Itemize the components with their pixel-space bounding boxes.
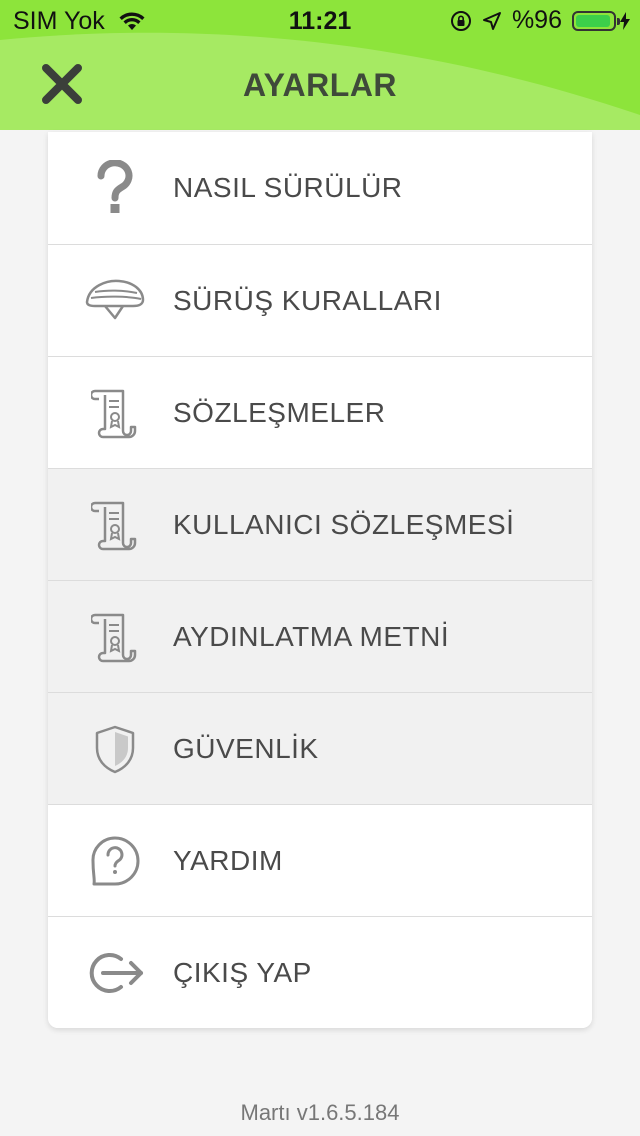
page-title: AYARLAR [242,67,398,103]
menu-item-disclosure-text[interactable]: AYDINLATMA METNİ [48,580,592,692]
battery-percent: %96 [511,6,562,34]
help-bubble-icon [80,833,150,889]
menu-item-how-to-ride[interactable]: NASIL SÜRÜLÜR [48,132,592,244]
menu-item-label: KULLANICI SÖZLEŞMESİ [173,509,515,540]
location-arrow-icon [482,11,501,30]
menu-item-label: GÜVENLİK [173,733,319,764]
menu-item-logout[interactable]: ÇIKIŞ YAP [48,916,592,1028]
menu-item-help[interactable]: YARDIM [48,804,592,916]
menu-item-label: NASIL SÜRÜLÜR [173,172,403,203]
menu-item-label: AYDINLATMA METNİ [173,621,450,652]
document-scroll-icon [80,609,150,665]
document-scroll-icon [80,497,150,553]
menu-item-label: YARDIM [173,845,283,876]
document-scroll-icon [80,385,150,441]
menu-item-user-agreement[interactable]: KULLANICI SÖZLEŞMESİ [48,468,592,580]
charging-bolt-icon [620,11,630,30]
status-bar: SIM Yok 11:21 %96 [0,0,640,40]
logout-icon [80,945,150,1001]
battery-icon [572,10,620,31]
settings-menu: NASIL SÜRÜLÜR SÜRÜŞ KURALLARI SÖZLEŞMELE [48,132,592,1028]
app-version: Martı v1.6.5.184 [240,1100,400,1125]
rotation-lock-icon [450,10,471,31]
helmet-icon [80,273,150,329]
battery-fill [576,14,611,27]
menu-item-security[interactable]: GÜVENLİK [48,692,592,804]
shield-icon [80,721,150,777]
menu-item-label: SÖZLEŞMELER [173,397,386,428]
navigation-bar: AYARLAR [0,40,640,130]
menu-item-agreements[interactable]: SÖZLEŞMELER [48,356,592,468]
question-mark-icon [80,160,150,216]
top-bar: SIM Yok 11:21 %96 AYARLAR [0,0,640,130]
menu-item-label: ÇIKIŞ YAP [173,957,312,988]
menu-item-label: SÜRÜŞ KURALLARI [173,285,442,316]
menu-item-riding-rules[interactable]: SÜRÜŞ KURALLARI [48,244,592,356]
